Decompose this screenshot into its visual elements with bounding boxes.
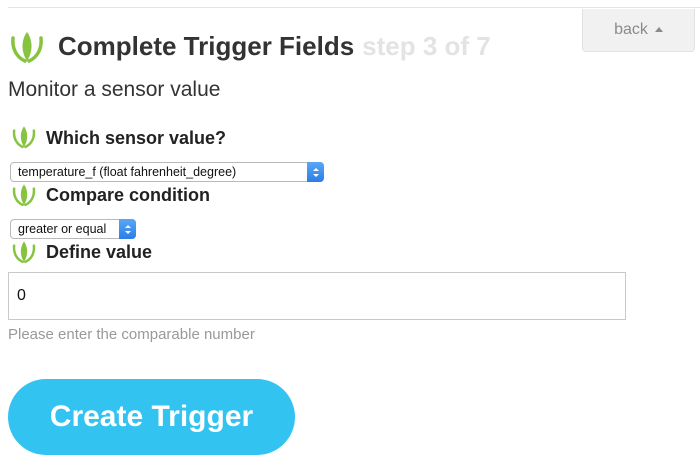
condition-select-value: greater or equal — [18, 222, 107, 236]
leaf-logo-icon — [11, 32, 43, 63]
leaf-logo-icon — [12, 126, 36, 149]
back-label: back — [614, 21, 648, 38]
create-trigger-button[interactable]: Create Trigger — [8, 379, 295, 455]
step-indicator: step 3 of 7 — [362, 31, 491, 61]
sensor-field-label: Which sensor value? — [46, 128, 227, 148]
condition-select[interactable]: greater or equal — [10, 219, 136, 239]
value-helper-text: Please enter the comparable number — [8, 326, 255, 343]
trigger-page: back Complete Trigger Fields step 3 of 7… — [0, 0, 700, 465]
leaf-logo-icon — [12, 184, 36, 207]
value-input[interactable] — [8, 272, 626, 320]
leaf-logo-icon — [12, 241, 36, 264]
sensor-select-value: temperature_f (float fahrenheit_degree) — [18, 165, 237, 179]
page-title: Complete Trigger Fields step 3 of 7 — [58, 31, 491, 65]
top-divider — [8, 7, 700, 8]
title-text: Complete Trigger Fields — [58, 31, 355, 61]
value-field-label: Define value — [46, 242, 153, 262]
condition-field-label: Compare condition — [46, 185, 211, 205]
caret-up-icon — [654, 26, 663, 32]
select-chevrons-icon — [119, 219, 136, 239]
trigger-subtitle: Monitor a sensor value — [8, 78, 221, 101]
select-chevrons-icon — [307, 162, 324, 182]
back-button[interactable]: back — [582, 9, 695, 52]
sensor-select[interactable]: temperature_f (float fahrenheit_degree) — [10, 162, 324, 182]
